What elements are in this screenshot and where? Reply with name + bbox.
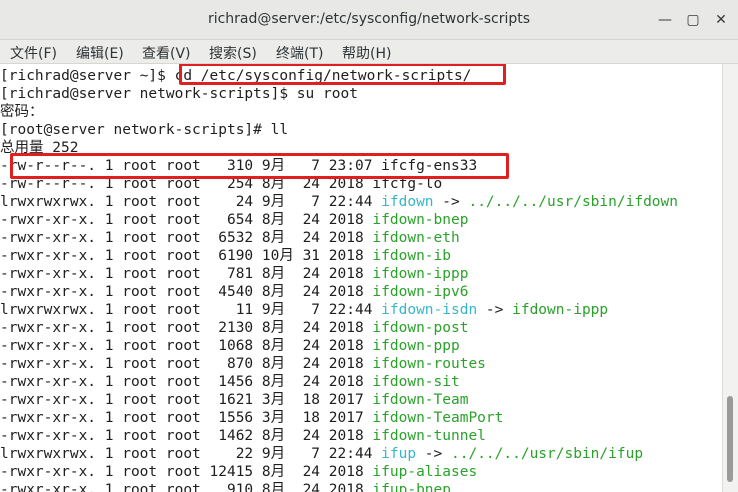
executable-name: ifdown-ipv6 <box>372 284 469 300</box>
executable-name: ifdown-Team <box>372 392 469 408</box>
terminal-line: [richrad@server network-scripts]$ su roo… <box>0 85 358 103</box>
menu-edit[interactable]: 编辑(E) <box>76 43 124 63</box>
executable-name: ifdown-routes <box>372 356 486 372</box>
terminal-line: -rwxr-xr-x. 1 root root 6190 10月 31 2018… <box>0 247 451 265</box>
executable-name: ifdown-tunnel <box>372 428 486 444</box>
terminal-line: -rwxr-xr-x. 1 root root 12415 8月 24 2018… <box>0 463 477 481</box>
executable-name: ifdown-ippp <box>372 266 469 282</box>
terminal-text: -rwxr-xr-x. 1 root root 6532 8月 24 2018 <box>0 230 373 246</box>
terminal-text: -rwxr-xr-x. 1 root root 4540 8月 24 2018 <box>0 284 373 300</box>
executable-name: ifdown-bnep <box>372 212 469 228</box>
terminal-line: -rwxr-xr-x. 1 root root 2130 8月 24 2018 … <box>0 319 468 337</box>
terminal-text: -rwxr-xr-x. 1 root root 6190 10月 31 2018 <box>0 248 373 264</box>
symlink-name: ifup <box>381 446 417 462</box>
terminal-line: -rwxr-xr-x. 1 root root 1456 8月 24 2018 … <box>0 373 460 391</box>
menu-bar: 文件(F) 编辑(E) 查看(V) 搜索(S) 终端(T) 帮助(H) <box>0 40 738 64</box>
scrollbar-thumb[interactable] <box>727 396 733 482</box>
executable-name: ifup-aliases <box>372 464 478 480</box>
terminal-text: -rwxr-xr-x. 1 root root 1068 8月 24 2018 <box>0 338 373 354</box>
terminal-text: -rwxr-xr-x. 1 root root 870 8月 24 2018 <box>0 356 373 372</box>
terminal-text: -> <box>477 302 513 318</box>
terminal-text: -rwxr-xr-x. 1 root root 12415 8月 24 2018 <box>0 464 373 480</box>
executable-name: ifdown-eth <box>372 230 460 246</box>
terminal-line: -rwxr-xr-x. 1 root root 1556 3月 18 2017 … <box>0 409 503 427</box>
terminal-text: [root@server network-scripts]# ll <box>0 122 289 138</box>
menu-search[interactable]: 搜索(S) <box>209 43 257 63</box>
highlight-box-cd-command <box>179 64 506 85</box>
terminal-line: -rwxr-xr-x. 1 root root 870 8月 24 2018 i… <box>0 355 486 373</box>
menu-view[interactable]: 查看(V) <box>142 43 191 63</box>
executable-name: ifup-bnep <box>372 482 451 492</box>
terminal-text: -rwxr-xr-x. 1 root root 2130 8月 24 2018 <box>0 320 373 336</box>
terminal-line: -rwxr-xr-x. 1 root root 1621 3月 18 2017 … <box>0 391 468 409</box>
terminal-line: -rwxr-xr-x. 1 root root 4540 8月 24 2018 … <box>0 283 468 301</box>
terminal-line: [root@server network-scripts]# ll <box>0 121 288 139</box>
terminal-line: -rwxr-xr-x. 1 root root 1068 8月 24 2018 … <box>0 337 460 355</box>
terminal-text: lrwxrwxrwx. 1 root root 22 9月 7 22:44 <box>0 446 382 462</box>
terminal-line: -rwxr-xr-x. 1 root root 6532 8月 24 2018 … <box>0 229 460 247</box>
terminal-text: 密码： <box>0 104 44 120</box>
window-title: richrad@server:/etc/sysconfig/network-sc… <box>207 11 531 27</box>
terminal-text: lrwxrwxrwx. 1 root root 24 9月 7 22:44 <box>0 194 382 210</box>
executable-name: ifdown-TeamPort <box>372 410 504 426</box>
executable-name: ../../../usr/sbin/ifdown <box>468 194 678 210</box>
terminal-line: -rwxr-xr-x. 1 root root 910 8月 24 2018 i… <box>0 481 451 492</box>
maximize-icon[interactable]: ▢ <box>684 11 702 29</box>
executable-name: ifdown-sit <box>372 374 460 390</box>
terminal-text: [richrad@server network-scripts]$ su roo… <box>0 86 358 102</box>
executable-name: ifdown-ib <box>372 248 451 264</box>
terminal-text: -> <box>433 194 469 210</box>
executable-name: ifdown-post <box>372 320 469 336</box>
terminal-line: lrwxrwxrwx. 1 root root 24 9月 7 22:44 if… <box>0 193 678 211</box>
terminal-text: lrwxrwxrwx. 1 root root 11 9月 7 22:44 <box>0 302 382 318</box>
menu-file[interactable]: 文件(F) <box>10 43 57 63</box>
terminal-text: -rwxr-xr-x. 1 root root 781 8月 24 2018 <box>0 266 373 282</box>
executable-name: ../../../usr/sbin/ifup <box>451 446 644 462</box>
terminal-line: lrwxrwxrwx. 1 root root 22 9月 7 22:44 if… <box>0 445 643 463</box>
terminal-text: -rwxr-xr-x. 1 root root 1456 8月 24 2018 <box>0 374 373 390</box>
terminal-text: -rwxr-xr-x. 1 root root 1621 3月 18 2017 <box>0 392 373 408</box>
terminal-line: -rwxr-xr-x. 1 root root 1462 8月 24 2018 … <box>0 427 486 445</box>
highlight-box-ifcfg-ens33 <box>10 153 509 179</box>
executable-name: ifdown-ppp <box>372 338 460 354</box>
terminal-line: 密码： <box>0 103 44 121</box>
terminal-line: -rwxr-xr-x. 1 root root 781 8月 24 2018 i… <box>0 265 468 283</box>
terminal-text: -> <box>416 446 451 462</box>
close-icon[interactable]: ✕ <box>712 11 730 29</box>
terminal-text: -rwxr-xr-x. 1 root root 1556 3月 18 2017 <box>0 410 373 426</box>
terminal-text: -rwxr-xr-x. 1 root root 910 8月 24 2018 <box>0 482 373 492</box>
terminal-text: -rwxr-xr-x. 1 root root 654 8月 24 2018 <box>0 212 373 228</box>
menu-help[interactable]: 帮助(H) <box>342 43 391 63</box>
executable-name: ifdown-ippp <box>512 302 609 318</box>
terminal-line: lrwxrwxrwx. 1 root root 11 9月 7 22:44 if… <box>0 301 608 319</box>
menu-terminal[interactable]: 终端(T) <box>276 43 323 63</box>
terminal-line: -rwxr-xr-x. 1 root root 654 8月 24 2018 i… <box>0 211 468 229</box>
terminal-scrollbar[interactable] <box>722 64 738 492</box>
terminal-text: -rwxr-xr-x. 1 root root 1462 8月 24 2018 <box>0 428 373 444</box>
window-titlebar[interactable]: richrad@server:/etc/sysconfig/network-sc… <box>0 0 738 40</box>
minimize-icon[interactable]: — <box>656 11 674 29</box>
symlink-name: ifdown <box>381 194 434 210</box>
terminal-output[interactable]: -rwxr-xr-x. 1 root root 910 8月 24 2018 i… <box>0 64 722 492</box>
symlink-name: ifdown-isdn <box>381 302 478 318</box>
